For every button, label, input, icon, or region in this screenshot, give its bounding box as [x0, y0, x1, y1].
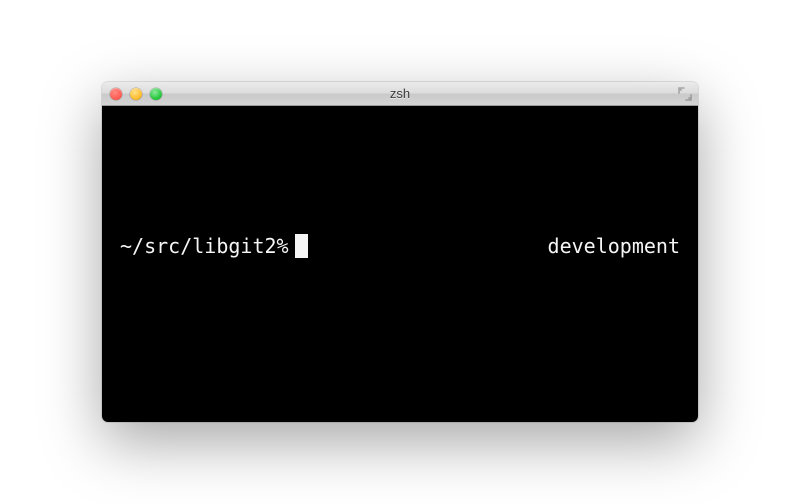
prompt-left: ~/src/libgit2% [120, 234, 308, 258]
fullscreen-icon[interactable] [678, 87, 692, 101]
prompt-line: ~/src/libgit2% development [120, 234, 680, 258]
terminal-window: zsh ~/src/libgit2% development [102, 82, 698, 422]
cursor [295, 234, 308, 258]
minimize-button[interactable] [130, 88, 142, 100]
close-button[interactable] [110, 88, 122, 100]
right-prompt: development [548, 234, 680, 258]
prompt-text: ~/src/libgit2% [120, 234, 289, 258]
maximize-button[interactable] [150, 88, 162, 100]
titlebar[interactable]: zsh [102, 82, 698, 106]
traffic-lights [110, 88, 162, 100]
window-title: zsh [102, 86, 698, 101]
terminal-body[interactable]: ~/src/libgit2% development [102, 106, 698, 422]
